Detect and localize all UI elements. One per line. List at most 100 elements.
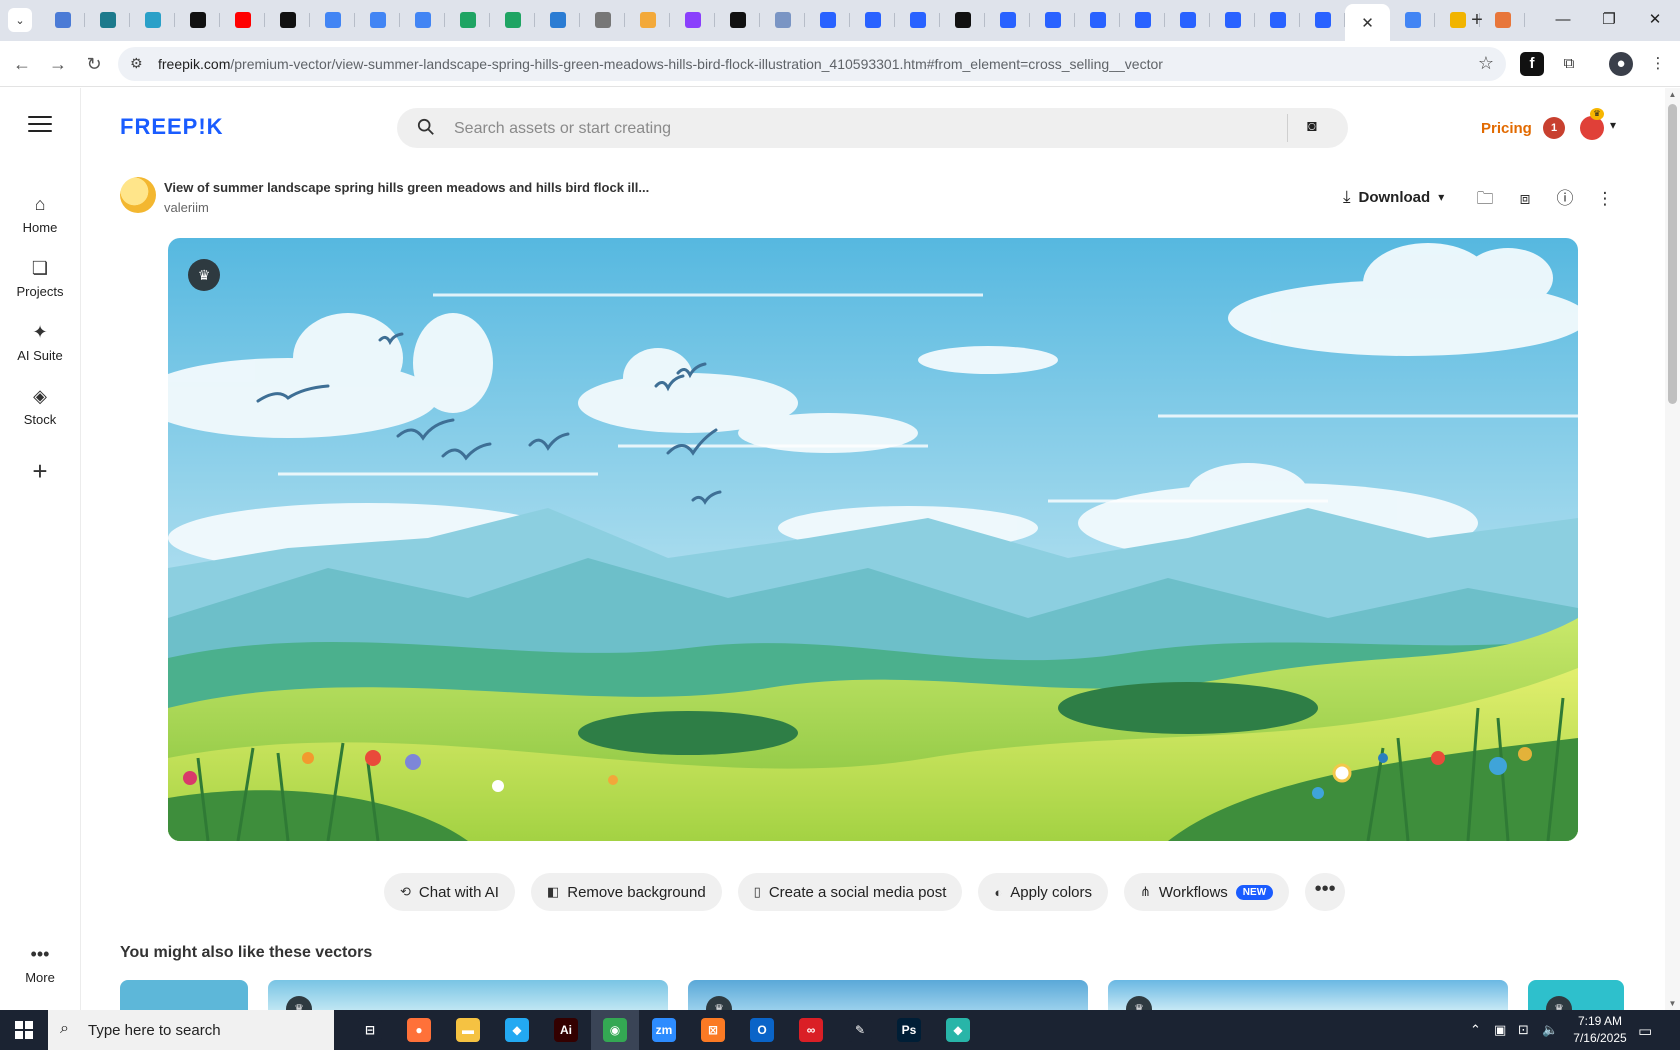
new-tab-button[interactable]: +: [1465, 8, 1489, 32]
browser-tab[interactable]: [220, 4, 265, 36]
tray-chevron-icon[interactable]: ⌃: [1470, 1022, 1481, 1038]
info-icon[interactable]: ⓘ: [1553, 187, 1577, 211]
site-info-icon[interactable]: ⚙: [130, 55, 143, 72]
back-button[interactable]: ←: [10, 52, 34, 76]
browser-tab[interactable]: [805, 4, 850, 36]
remove-background-button[interactable]: ◧ Remove background: [530, 873, 722, 911]
browser-tab-active[interactable]: ✕: [1345, 4, 1390, 41]
rail-item-home[interactable]: ⌂ Home: [0, 192, 80, 235]
taskbar-app-chrome[interactable]: ◉: [591, 1010, 639, 1050]
rail-item-ai-suite[interactable]: ✦ AI Suite: [0, 320, 80, 363]
more-options-icon[interactable]: ⋮: [1593, 187, 1617, 211]
taskbar-search-input[interactable]: Type here to search: [88, 1022, 221, 1039]
related-thumbnail[interactable]: ♛: [688, 980, 1088, 1010]
download-button[interactable]: ⤓ Download ▾: [1343, 187, 1444, 207]
browser-tab[interactable]: [985, 4, 1030, 36]
address-bar[interactable]: ⚙ freepik.com/premium-vector/view-summer…: [118, 47, 1506, 81]
browser-tab[interactable]: [1300, 4, 1345, 36]
taskbar-search[interactable]: ⌕ Type here to search: [48, 1010, 334, 1050]
taskbar-clock[interactable]: 7:19 AM 7/16/2025: [1560, 1013, 1640, 1047]
restore-button[interactable]: ❐: [1586, 8, 1632, 32]
more-actions-button[interactable]: •••: [1305, 873, 1346, 911]
browser-tab[interactable]: [760, 4, 805, 36]
browser-tab[interactable]: [175, 4, 220, 36]
taskbar-app-photoshop[interactable]: Ps: [885, 1010, 933, 1050]
start-button[interactable]: [0, 1010, 48, 1050]
close-tab-icon[interactable]: ✕: [1361, 14, 1374, 32]
rail-item-stock[interactable]: ◈ Stock: [0, 384, 80, 427]
tab-search-button[interactable]: ⌄: [8, 8, 32, 32]
browser-tab[interactable]: [265, 4, 310, 36]
browser-menu-icon[interactable]: ⋮: [1646, 52, 1670, 76]
reload-button[interactable]: ↻: [82, 52, 106, 76]
taskbar-app-outlook[interactable]: O: [738, 1010, 786, 1050]
browser-tab[interactable]: [535, 4, 580, 36]
browser-tab[interactable]: [895, 4, 940, 36]
browser-tab[interactable]: [670, 4, 715, 36]
browser-tab[interactable]: [1075, 4, 1120, 36]
rail-item-projects[interactable]: ❏ Projects: [0, 256, 80, 299]
taskbar-app-explorer[interactable]: ▬: [444, 1010, 492, 1050]
notification-bell-icon[interactable]: 1: [1543, 117, 1565, 139]
workflows-button[interactable]: ⋔ Workflows NEW: [1123, 873, 1290, 911]
browser-tab[interactable]: [1165, 4, 1210, 36]
taskbar-app-zoom[interactable]: zm: [640, 1010, 688, 1050]
apply-colors-button[interactable]: ◐ Apply colors: [978, 873, 1108, 911]
freepik-logo[interactable]: FREEP!K: [120, 114, 224, 140]
browser-tab[interactable]: [940, 4, 985, 36]
edit-image-icon[interactable]: ⧈: [1513, 187, 1537, 211]
browser-tab[interactable]: [1120, 4, 1165, 36]
scrollbar-thumb[interactable]: [1668, 104, 1677, 404]
related-thumbnail[interactable]: [120, 980, 248, 1010]
network-icon[interactable]: ⊡: [1518, 1022, 1529, 1038]
close-window-button[interactable]: ✕: [1632, 8, 1678, 32]
notifications-icon[interactable]: ▭: [1638, 1022, 1652, 1040]
browser-tab[interactable]: [850, 4, 895, 36]
taskbar-app-vscode[interactable]: ◆: [493, 1010, 541, 1050]
minimize-button[interactable]: —: [1540, 8, 1586, 32]
scroll-up-icon[interactable]: ▲: [1665, 90, 1680, 99]
chevron-down-icon[interactable]: ▾: [1610, 118, 1616, 132]
rail-item-more[interactable]: ••• More: [0, 942, 80, 985]
scroll-down-icon[interactable]: ▼: [1665, 999, 1680, 1008]
author-name[interactable]: valeriim: [164, 200, 209, 215]
taskbar-app-firefox[interactable]: ●: [395, 1010, 443, 1050]
url-text[interactable]: freepik.com/premium-vector/view-summer-l…: [158, 56, 1163, 72]
search-input[interactable]: Search assets or start creating: [454, 120, 671, 138]
browser-tab[interactable]: [490, 4, 535, 36]
extension-f-icon[interactable]: f: [1520, 52, 1544, 76]
related-thumbnail[interactable]: ♛: [268, 980, 668, 1010]
extensions-puzzle-icon[interactable]: ⧉: [1557, 52, 1581, 76]
user-avatar[interactable]: [1580, 116, 1604, 140]
browser-tab[interactable]: [1210, 4, 1255, 36]
bookmark-star-icon[interactable]: ☆: [1478, 53, 1494, 74]
tray-app-icon[interactable]: ▣: [1494, 1022, 1506, 1038]
taskbar-app-creative-cloud[interactable]: ∞: [787, 1010, 835, 1050]
page-scrollbar[interactable]: ▲ ▼: [1665, 88, 1680, 1010]
profile-avatar[interactable]: ●: [1609, 52, 1633, 76]
browser-tab[interactable]: [355, 4, 400, 36]
browser-tab[interactable]: [130, 4, 175, 36]
browser-tab[interactable]: [715, 4, 760, 36]
browser-tab[interactable]: [85, 4, 130, 36]
camera-search-icon[interactable]: ◙: [1307, 118, 1317, 136]
browser-tab[interactable]: [400, 4, 445, 36]
create-social-post-button[interactable]: ▯ Create a social media post: [737, 873, 963, 911]
author-avatar[interactable]: [120, 177, 156, 213]
related-thumbnail[interactable]: ♛: [1108, 980, 1508, 1010]
add-button[interactable]: +: [20, 452, 60, 492]
taskbar-app-illustrator[interactable]: Ai: [542, 1010, 590, 1050]
asset-preview-image[interactable]: [168, 238, 1578, 841]
related-thumbnail[interactable]: ♛: [1528, 980, 1624, 1010]
search-bar[interactable]: Search assets or start creating ◙: [397, 108, 1348, 148]
browser-tab[interactable]: [445, 4, 490, 36]
save-to-collection-icon[interactable]: 🗀: [1473, 187, 1497, 211]
volume-icon[interactable]: 🔈: [1542, 1022, 1558, 1038]
taskbar-app-pen-tool[interactable]: ✎: [836, 1010, 884, 1050]
browser-tab[interactable]: [625, 4, 670, 36]
browser-tab[interactable]: [1390, 4, 1435, 36]
browser-tab[interactable]: [1255, 4, 1300, 36]
forward-button[interactable]: →: [46, 52, 70, 76]
taskbar-app-xampp[interactable]: ⊠: [689, 1010, 737, 1050]
taskbar-app-task-view[interactable]: ⊟: [346, 1010, 394, 1050]
